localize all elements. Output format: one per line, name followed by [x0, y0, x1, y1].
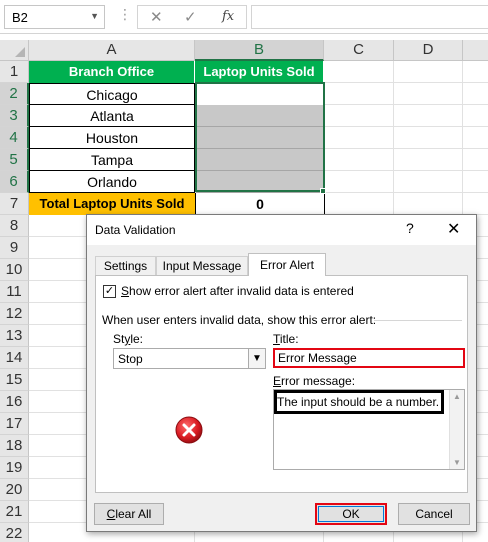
name-box[interactable]: B2 ▼: [4, 5, 105, 29]
row-header-3[interactable]: 3: [0, 105, 29, 127]
column-header-b[interactable]: B: [195, 40, 324, 61]
clear-all-button[interactable]: Clear All: [94, 503, 164, 525]
title-label: Title:: [273, 332, 299, 346]
error-message-field[interactable]: ▲ ▼: [273, 389, 465, 470]
enter-icon[interactable]: ✓: [184, 8, 197, 26]
dialog-title: Data Validation: [95, 223, 176, 237]
row-header-10[interactable]: 10: [0, 259, 29, 281]
style-label-start: St: [113, 332, 125, 346]
error-message-label: Error message:: [273, 374, 355, 388]
row-header-8[interactable]: 8: [0, 215, 29, 237]
title-label-rest: itle:: [279, 332, 299, 346]
row-header-4[interactable]: 4: [0, 127, 29, 149]
cell-b6[interactable]: [196, 171, 323, 193]
cancel-icon[interactable]: ✕: [150, 8, 163, 26]
show-error-alert-checkbox[interactable]: ✓: [103, 285, 116, 298]
show-error-alert-text: how error alert after invalid data is en…: [129, 284, 354, 298]
column-header-c[interactable]: C: [324, 40, 394, 61]
cell-b5[interactable]: [196, 149, 323, 171]
style-label: Style:: [113, 332, 143, 346]
checkmark-icon: ✓: [104, 285, 115, 297]
data-validation-dialog: Data Validation ? ✕ Settings Input Messa…: [86, 214, 477, 532]
row-header-13[interactable]: 13: [0, 325, 29, 347]
error-message-accelerator: E: [273, 374, 282, 388]
cell-b3[interactable]: [196, 105, 323, 127]
more-options-icon[interactable]: ⋮: [118, 6, 132, 23]
scroll-up-icon[interactable]: ▲: [453, 392, 461, 401]
tab-error-alert[interactable]: Error Alert: [248, 253, 326, 276]
ok-focus-ring: [318, 506, 384, 522]
row-header-19[interactable]: 19: [0, 457, 29, 479]
row-header-12[interactable]: 12: [0, 303, 29, 325]
cell-a3[interactable]: Atlanta: [29, 105, 195, 127]
tab-input-message[interactable]: Input Message: [156, 256, 248, 276]
cell-b7[interactable]: 0: [195, 193, 325, 215]
clear-all-accelerator: C: [106, 507, 116, 521]
error-message-label-rest: rror message:: [281, 374, 356, 388]
row-header-20[interactable]: 20: [0, 479, 29, 501]
close-icon[interactable]: ✕: [447, 219, 460, 239]
row-header-16[interactable]: 16: [0, 391, 29, 413]
help-icon[interactable]: ?: [406, 220, 414, 236]
row-header-21[interactable]: 21: [0, 501, 29, 523]
column-header-a[interactable]: A: [29, 40, 195, 61]
cancel-button[interactable]: Cancel: [398, 503, 470, 525]
row-header-11[interactable]: 11: [0, 281, 29, 303]
error-alert-panel: ✓ Show error alert after invalid data is…: [95, 275, 468, 493]
row-header-9[interactable]: 9: [0, 237, 29, 259]
insert-function-icon[interactable]: fx: [222, 9, 234, 24]
select-all-corner[interactable]: [0, 40, 29, 61]
cell-a6[interactable]: Orlando: [29, 171, 195, 193]
tab-settings[interactable]: Settings: [95, 256, 156, 276]
style-value: Stop: [118, 352, 143, 366]
show-error-alert-accelerator: S: [121, 284, 130, 298]
error-message-input[interactable]: [277, 395, 440, 411]
style-select[interactable]: Stop ▼: [113, 348, 266, 369]
cell-a4[interactable]: Houston: [29, 127, 195, 149]
cell-b1[interactable]: Laptop Units Sold: [195, 61, 324, 83]
row-header-15[interactable]: 15: [0, 369, 29, 391]
row-header-14[interactable]: 14: [0, 347, 29, 369]
title-field[interactable]: [273, 348, 465, 368]
cell-a2[interactable]: Chicago: [29, 83, 195, 105]
fill-handle[interactable]: [320, 188, 326, 194]
message-scrollbar[interactable]: ▲ ▼: [449, 390, 464, 469]
cell-b4[interactable]: [196, 127, 323, 149]
style-label-end: le:: [130, 332, 144, 346]
name-box-value: B2: [12, 10, 28, 25]
formula-input[interactable]: [251, 5, 488, 29]
title-accelerator: T: [273, 332, 280, 346]
cell-a1[interactable]: Branch Office: [29, 61, 195, 83]
formula-bar: B2 ▼ ⋮ ✕ ✓ fx: [0, 0, 488, 34]
cell-b2[interactable]: [196, 83, 323, 105]
chevron-down-icon[interactable]: ▼: [248, 349, 265, 368]
ok-button[interactable]: OK: [315, 503, 387, 525]
clear-all-label: lear All: [115, 507, 152, 521]
row-header-7[interactable]: 7: [0, 193, 29, 215]
show-error-alert-label[interactable]: Show error alert after invalid data is e…: [121, 284, 354, 298]
row-header-22[interactable]: 22: [0, 523, 29, 542]
select-all-triangle-icon: [15, 47, 25, 57]
row-header-17[interactable]: 17: [0, 413, 29, 435]
cell-a5[interactable]: Tampa: [29, 149, 195, 171]
row-header-18[interactable]: 18: [0, 435, 29, 457]
column-header-e[interactable]: [463, 40, 488, 61]
scroll-down-icon[interactable]: ▼: [453, 458, 461, 467]
chevron-down-icon[interactable]: ▼: [90, 11, 99, 21]
cell-a7[interactable]: Total Laptop Units Sold: [29, 193, 195, 215]
separator-line: [374, 320, 462, 321]
column-header-d[interactable]: D: [394, 40, 463, 61]
instruction-text: When user enters invalid data, show this…: [102, 313, 377, 327]
row-header-1[interactable]: 1: [0, 61, 29, 83]
excel-window: B2 ▼ ⋮ ✕ ✓ fx A B C D 1 2 3 4 5 6 7 8 9 …: [0, 0, 488, 542]
title-input[interactable]: [278, 351, 458, 365]
row-header-5[interactable]: 5: [0, 149, 29, 171]
row-header-6[interactable]: 6: [0, 171, 29, 193]
dialog-titlebar[interactable]: Data Validation ? ✕: [87, 215, 476, 245]
formula-buttons: ✕ ✓ fx: [137, 5, 247, 29]
row-header-2[interactable]: 2: [0, 83, 29, 105]
stop-error-icon: [175, 416, 203, 444]
